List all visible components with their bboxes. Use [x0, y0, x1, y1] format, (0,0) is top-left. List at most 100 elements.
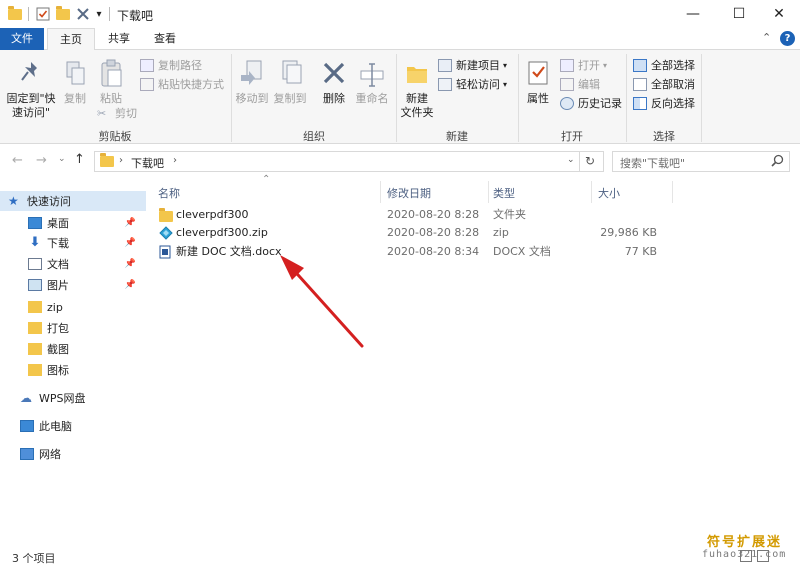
- divider: [28, 7, 29, 21]
- app-folder-icon[interactable]: [6, 5, 24, 23]
- easy-access-button[interactable]: 轻松访问 ▾: [438, 75, 507, 93]
- pin-to-quick-access-button[interactable]: 固定到"快 速访问": [4, 58, 58, 120]
- nav-item-documents[interactable]: 文档 📌: [0, 254, 146, 274]
- copy-path-button[interactable]: 复制路径: [140, 56, 202, 74]
- nav-quick-access[interactable]: ★ 快速访问: [0, 191, 146, 211]
- copy-path-icon: [140, 58, 154, 72]
- move-to-button[interactable]: 移动到: [233, 58, 271, 106]
- folder-icon: [28, 364, 42, 376]
- nav-wps-cloud[interactable]: ☁ WPS网盘: [0, 388, 146, 408]
- delete-x-icon: [320, 58, 348, 90]
- file-type: zip: [493, 226, 509, 239]
- minimize-button[interactable]: —: [670, 0, 716, 28]
- easy-access-icon: [438, 77, 452, 91]
- column-divider[interactable]: [488, 181, 489, 203]
- collapse-ribbon-icon[interactable]: ⌃: [762, 31, 771, 44]
- file-row[interactable]: 新建 DOC 文档.docx 2020-08-20 8:34 DOCX 文档 7…: [154, 243, 674, 261]
- properties-quick-icon[interactable]: [34, 5, 52, 23]
- new-folder-label-line2: 文件夹: [400, 106, 434, 119]
- column-header-name[interactable]: 名称: [158, 183, 378, 205]
- file-type: 文件夹: [493, 208, 526, 221]
- open-icon: [560, 58, 574, 72]
- forward-arrow-icon[interactable]: →: [36, 153, 47, 168]
- network-icon: [20, 448, 34, 460]
- nav-label: 桌面: [47, 217, 69, 230]
- select-none-button[interactable]: 全部取消: [633, 75, 695, 93]
- address-row: ← → ⌄ ↑ › 下载吧 › ⌄ ↻ 搜索"下载吧": [0, 145, 800, 179]
- file-name[interactable]: cleverpdf300: [176, 206, 249, 224]
- nav-label: 下载: [47, 237, 69, 250]
- picture-icon: [28, 279, 42, 291]
- address-dropdown-icon[interactable]: ⌄: [567, 155, 575, 165]
- edit-label: 编辑: [578, 78, 600, 91]
- nav-item-icons[interactable]: 图标: [0, 360, 146, 380]
- group-label-select: 选择: [653, 130, 675, 143]
- search-icon[interactable]: [771, 154, 784, 170]
- tab-share[interactable]: 共享: [100, 28, 138, 50]
- select-all-button[interactable]: 全部选择: [633, 56, 695, 74]
- select-none-icon: [633, 77, 647, 91]
- copy-to-button[interactable]: 复制到: [270, 58, 310, 106]
- group-divider: [701, 54, 702, 142]
- new-item-label: 新建项目: [456, 59, 500, 72]
- nav-item-downloads[interactable]: ⬇ 下载 📌: [0, 233, 146, 253]
- new-item-button[interactable]: 新建项目 ▾: [438, 56, 507, 74]
- tab-file[interactable]: 文件: [0, 28, 44, 50]
- nav-item-pictures[interactable]: 图片 📌: [0, 275, 146, 295]
- delete-button[interactable]: 删除: [318, 58, 350, 106]
- pinned-icon: 📌: [124, 280, 136, 290]
- rename-button[interactable]: 重命名: [352, 58, 392, 106]
- customize-quick-access-icon[interactable]: ▾: [92, 5, 106, 23]
- nav-this-pc[interactable]: 此电脑: [0, 416, 146, 436]
- file-name[interactable]: 新建 DOC 文档.docx: [176, 243, 282, 261]
- nav-network[interactable]: 网络: [0, 444, 146, 464]
- nav-item-desktop[interactable]: 桌面 📌: [0, 213, 146, 233]
- copy-button[interactable]: 复制: [60, 58, 90, 106]
- address-bar[interactable]: › 下载吧 › ⌄: [94, 151, 580, 172]
- new-folder-quick-icon[interactable]: [54, 5, 72, 23]
- pinned-icon: 📌: [124, 259, 136, 269]
- column-header-date[interactable]: 修改日期: [387, 183, 485, 205]
- refresh-button[interactable]: ↻: [580, 151, 604, 172]
- edit-button[interactable]: 编辑: [560, 75, 600, 93]
- chevron-down-icon: ▾: [503, 79, 508, 89]
- nav-label: 此电脑: [39, 420, 72, 433]
- paste-button[interactable]: 粘贴: [94, 58, 128, 106]
- paste-shortcut-button[interactable]: 粘贴快捷方式: [140, 75, 224, 93]
- invert-selection-button[interactable]: 反向选择: [633, 94, 695, 112]
- column-divider[interactable]: [380, 181, 381, 203]
- close-button[interactable]: ✕: [756, 0, 800, 28]
- search-box[interactable]: 搜索"下载吧": [612, 151, 790, 172]
- breadcrumb-separator-icon[interactable]: ›: [173, 155, 177, 166]
- column-divider[interactable]: [591, 181, 592, 203]
- nav-label: 网络: [39, 448, 61, 461]
- breadcrumb-separator-icon[interactable]: ›: [119, 155, 123, 166]
- open-button[interactable]: 打开 ▾: [560, 56, 607, 74]
- back-arrow-icon[interactable]: ←: [12, 153, 23, 168]
- cut-button[interactable]: ✂ 剪切: [97, 104, 137, 122]
- up-arrow-icon[interactable]: ↑: [74, 152, 85, 167]
- history-button[interactable]: 历史记录: [560, 94, 622, 112]
- help-icon[interactable]: ?: [780, 31, 795, 46]
- nav-item-pack[interactable]: 打包: [0, 318, 146, 338]
- file-row[interactable]: cleverpdf300 2020-08-20 8:28 文件夹: [154, 206, 674, 224]
- column-header-type[interactable]: 类型: [493, 183, 588, 205]
- nav-item-screenshots[interactable]: 截图: [0, 339, 146, 359]
- recent-locations-icon[interactable]: ⌄: [58, 154, 66, 164]
- column-divider[interactable]: [672, 181, 673, 203]
- pin-label-line1: 固定到"快: [6, 92, 56, 105]
- nav-item-zip[interactable]: zip: [0, 297, 146, 317]
- zip-icon: [159, 224, 173, 242]
- file-name[interactable]: cleverpdf300.zip: [176, 224, 268, 242]
- new-folder-button[interactable]: 新建 文件夹: [399, 58, 435, 120]
- file-row[interactable]: cleverpdf300.zip 2020-08-20 8:28 zip 29,…: [154, 224, 674, 242]
- tab-home[interactable]: 主页: [47, 28, 95, 51]
- search-input[interactable]: 搜索"下载吧": [620, 155, 685, 171]
- copy-icon: [61, 58, 89, 90]
- tab-view[interactable]: 查看: [146, 28, 184, 50]
- column-header-size[interactable]: 大小: [598, 183, 670, 205]
- nav-label: 截图: [47, 343, 69, 356]
- breadcrumb-current[interactable]: 下载吧: [131, 155, 164, 171]
- properties-button[interactable]: 属性: [522, 58, 554, 106]
- delete-quick-icon[interactable]: [74, 5, 92, 23]
